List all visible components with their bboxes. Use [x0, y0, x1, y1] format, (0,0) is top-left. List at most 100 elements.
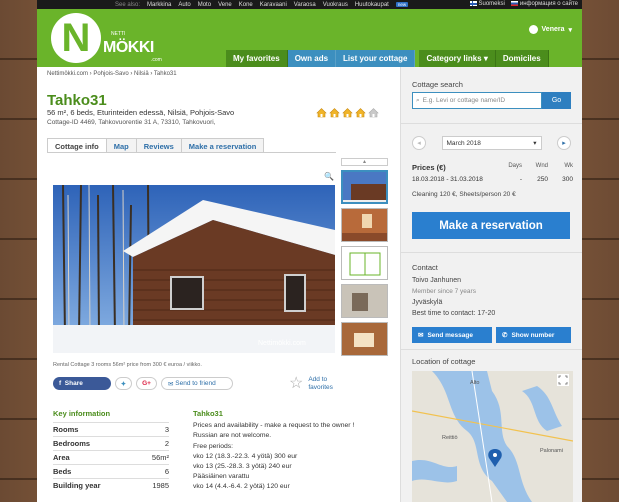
key-info-value: 2	[164, 439, 169, 448]
zoom-icon[interactable]: 🔍	[324, 172, 334, 181]
tab-divider	[47, 152, 336, 153]
topbar-link-vene[interactable]: Vene	[218, 2, 232, 8]
contact-buttons: ✉ Send message ✆ Show number	[412, 327, 571, 343]
logo-mark[interactable]: N	[51, 13, 101, 63]
thumbnail-strip: ▴	[341, 158, 388, 356]
thumbnail-5[interactable]	[341, 322, 388, 356]
make-reservation-button[interactable]: Make a reservation	[412, 212, 570, 239]
tab-reviews[interactable]: Reviews	[135, 138, 182, 153]
topbar-link-moto[interactable]: Moto	[198, 2, 211, 8]
contact-section: Contact Toivo Janhunen Member since 7 ye…	[412, 262, 495, 319]
description-lines: Prices and availability - make a request…	[193, 421, 413, 492]
tab-cottage-info[interactable]: Cottage info	[47, 138, 107, 153]
prev-month-button[interactable]: ◂	[412, 136, 426, 150]
key-info-value: 1985	[152, 481, 169, 490]
show-number-button[interactable]: ✆ Show number	[496, 327, 571, 343]
map-label-alto: Alto	[470, 380, 479, 386]
logo-text[interactable]: MÖKKI	[103, 39, 154, 57]
twitter-button[interactable]: ✦	[115, 377, 132, 390]
topbar-link-vuokraus[interactable]: Vuokraus	[323, 2, 348, 8]
next-month-button[interactable]: ▸	[557, 136, 571, 150]
send-to-friend-label: Send to friend	[175, 380, 216, 387]
key-info-label: Building year	[53, 481, 101, 490]
watermark: Nettimökki.com	[258, 340, 306, 347]
key-info-label: Bedrooms	[53, 439, 91, 448]
lang-ru-link[interactable]: информация о сайте	[510, 1, 578, 8]
lang-fi-label: Suomeksi	[478, 1, 505, 8]
user-menu[interactable]: Venera ▾	[528, 25, 572, 34]
description-line: vko 12 (18.3.-22.3. 4 yötä) 300 eur	[193, 452, 298, 460]
description-line: Prices and availability - make a request…	[193, 422, 355, 430]
breadcrumb[interactable]: Nettimökki.com › Pohjois-Savo › Nilsiä ›…	[47, 71, 177, 77]
tab-map[interactable]: Map	[105, 138, 137, 153]
house-rating-icon	[316, 107, 327, 118]
nav-domiciles[interactable]: Domiciles	[495, 50, 549, 67]
key-info-row: Bedrooms 2	[53, 436, 169, 450]
search-placeholder: E.g. Levi or cottage name/ID	[422, 97, 506, 104]
key-info-label: Area	[53, 453, 70, 462]
lang-ru-label: информация о сайте	[519, 1, 578, 8]
location-map[interactable]: Alto Reittiö Palonami	[412, 371, 573, 502]
chevron-up-icon[interactable]: ▴	[341, 158, 388, 166]
send-message-button[interactable]: ✉ Send message	[412, 327, 492, 343]
chevron-right-icon: ▸	[562, 140, 566, 147]
nav-category-links-label: Category links	[426, 54, 482, 63]
nav-category-links[interactable]: Category links ▾	[419, 50, 496, 67]
sidebar-divider	[401, 123, 582, 124]
prices-header: Prices (€) Days Wnd Wk	[412, 163, 573, 172]
user-name: Venera	[541, 26, 565, 33]
cottage-id: Cottage-ID 4469, Tahkovuorentie 31 A, 73…	[47, 119, 216, 126]
key-info-row: Rooms 3	[53, 422, 169, 436]
map-label-reittio: Reittiö	[442, 435, 458, 441]
sidebar-divider	[401, 349, 582, 350]
see-also-label: See also:	[115, 1, 141, 8]
facebook-icon: f	[59, 380, 62, 387]
tab-make-reservation[interactable]: Make a reservation	[180, 138, 265, 153]
send-to-friend-button[interactable]: ✉ Send to friend	[161, 377, 233, 390]
key-info-value: 6	[164, 467, 169, 476]
thumbnail-4[interactable]	[341, 284, 388, 318]
avatar	[528, 25, 538, 34]
description: Tahko31 Prices and availability - make a…	[193, 409, 413, 493]
main-photo[interactable]: Nettimökki.com	[53, 185, 335, 353]
thumbnail-1[interactable]	[341, 170, 388, 204]
chevron-down-icon: ▾	[483, 54, 488, 63]
language-links: Suomeksi информация о сайте	[469, 1, 583, 8]
description-line: vko 14 (4.4.-6.4. 2 yötä) 120 eur	[193, 483, 290, 491]
rating-houses	[316, 107, 379, 118]
new-badge: new	[395, 2, 409, 7]
site-header: N NETTI MÖKKI .com Venera ▾ My favorites…	[37, 9, 582, 67]
description-line: Pääsiäinen varattu	[193, 473, 250, 481]
chevron-down-icon: ▾	[533, 140, 537, 147]
topbar-link-kone[interactable]: Kone	[239, 2, 253, 8]
cleaning-fee: Cleaning 120 €, Sheets/person 20 €	[412, 191, 516, 198]
key-info-row: Area 56m²	[53, 450, 169, 464]
nav-own-ads[interactable]: Own ads	[287, 50, 337, 67]
topbar-link-auto[interactable]: Auto	[178, 2, 190, 8]
lang-fi-link[interactable]: Suomeksi	[469, 1, 505, 8]
google-plus-button[interactable]: G+	[136, 377, 157, 390]
thumbnail-3[interactable]	[341, 246, 388, 280]
sidebar-divider	[401, 252, 582, 253]
search-go-button[interactable]: Go	[542, 92, 571, 109]
nav-my-favorites[interactable]: My favorites	[226, 50, 288, 67]
description-line: vko 13 (25.-28.3. 3 yötä) 240 eur	[193, 463, 292, 471]
key-information-rows: Rooms 3 Bedrooms 2 Area 56m² Beds 6 Building yea…	[53, 422, 169, 492]
topbar-link-markkina[interactable]: Markkina	[147, 2, 171, 8]
month-select[interactable]: March 2018 ▾	[441, 136, 542, 150]
topbar-link-karavaani[interactable]: Karavaani	[260, 2, 287, 8]
location-title: Location of cottage	[412, 357, 476, 366]
facebook-share-button[interactable]: f Share	[53, 377, 111, 390]
contact-title: Contact	[412, 263, 438, 272]
page-title: Tahko31	[47, 92, 107, 109]
nav-list-your-cottage[interactable]: List your cottage	[336, 50, 416, 67]
topbar-link-huutokaupat[interactable]: Huutokaupat	[355, 2, 389, 8]
col-wnd: Wnd	[535, 163, 548, 169]
russia-flag-icon	[510, 1, 518, 7]
search-input[interactable]: ⌕ E.g. Levi or cottage name/ID	[412, 92, 542, 109]
cottage-search-label: Cottage search	[412, 80, 463, 89]
topbar-link-varaosa[interactable]: Varaosa	[294, 2, 316, 8]
key-info-row: Beds 6	[53, 464, 169, 478]
add-to-favorites[interactable]: ☆ Add to favorites	[289, 376, 333, 392]
thumbnail-2[interactable]	[341, 208, 388, 242]
